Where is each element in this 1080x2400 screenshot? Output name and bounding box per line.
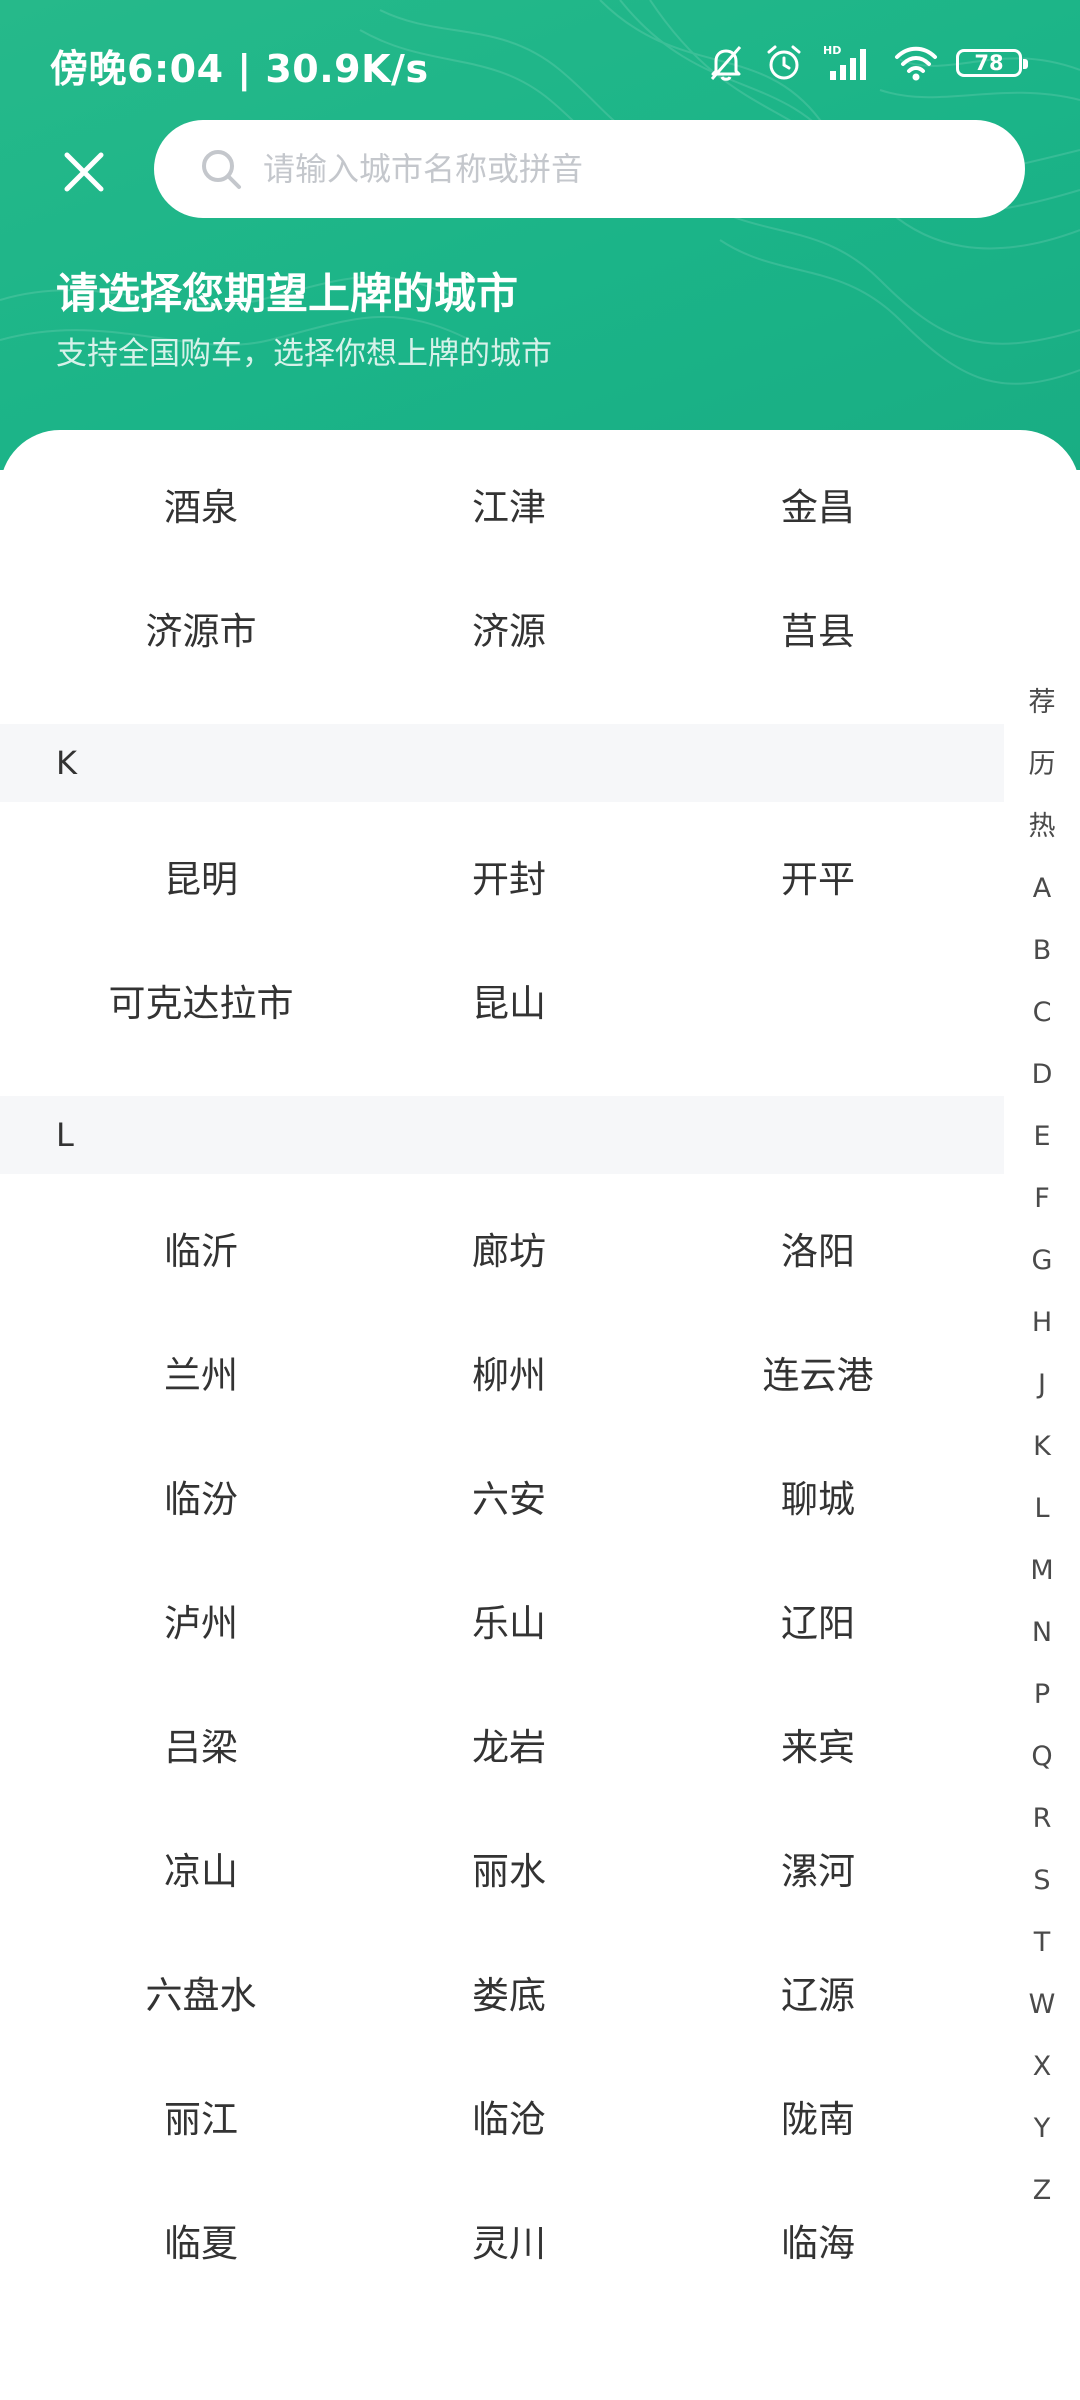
city-row: 临汾 六安 聊城 bbox=[0, 1438, 1000, 1562]
index-letter-n[interactable]: N bbox=[1020, 1602, 1064, 1664]
wifi-icon bbox=[895, 46, 937, 81]
city-item[interactable]: 乐山 bbox=[354, 1562, 664, 1686]
index-letter-c[interactable]: C bbox=[1020, 982, 1064, 1044]
index-letter-j[interactable]: J bbox=[1020, 1354, 1064, 1416]
city-item[interactable]: 聊城 bbox=[663, 1438, 973, 1562]
city-item[interactable]: 莒县 bbox=[663, 570, 973, 694]
index-letter-k[interactable]: K bbox=[1020, 1416, 1064, 1478]
city-item[interactable]: 临汾 bbox=[46, 1438, 356, 1562]
city-item[interactable]: 六安 bbox=[354, 1438, 664, 1562]
city-item[interactable]: 临海 bbox=[663, 2182, 973, 2306]
city-item[interactable]: 吕梁 bbox=[46, 1686, 356, 1810]
city-item[interactable]: 兰州 bbox=[46, 1314, 356, 1438]
city-item[interactable]: 济源 bbox=[354, 570, 664, 694]
city-item[interactable]: 丽水 bbox=[354, 1810, 664, 1934]
index-letter-l[interactable]: L bbox=[1020, 1478, 1064, 1540]
city-item[interactable]: 陇南 bbox=[663, 2058, 973, 2182]
index-letter-m[interactable]: M bbox=[1020, 1540, 1064, 1602]
index-letter-p[interactable]: P bbox=[1020, 1664, 1064, 1726]
city-item[interactable]: 临夏 bbox=[46, 2182, 356, 2306]
city-item[interactable]: 辽源 bbox=[663, 1934, 973, 2058]
city-row: 吕梁 龙岩 来宾 bbox=[0, 1686, 1000, 1810]
close-icon bbox=[64, 152, 104, 192]
city-item[interactable]: 灵川 bbox=[354, 2182, 664, 2306]
city-row: 可克达拉市 昆山 bbox=[0, 942, 1000, 1066]
city-row: 昆明 开封 开平 bbox=[0, 818, 1000, 942]
city-item[interactable]: 龙岩 bbox=[354, 1686, 664, 1810]
index-letter-e[interactable]: E bbox=[1020, 1106, 1064, 1168]
city-item[interactable]: 酒泉 bbox=[46, 446, 356, 570]
city-item[interactable]: 临沧 bbox=[354, 2058, 664, 2182]
city-item[interactable]: 凉山 bbox=[46, 1810, 356, 1934]
city-item[interactable]: 昆明 bbox=[46, 818, 356, 942]
city-item[interactable]: 临沂 bbox=[46, 1190, 356, 1314]
status-bar: 傍晚6:04 | 30.9K/s HD 78 bbox=[0, 0, 1080, 126]
index-letter-g[interactable]: G bbox=[1020, 1230, 1064, 1292]
header: 傍晚6:04 | 30.9K/s HD 78 请输入城市名称或拼音 请选择您期望… bbox=[0, 0, 1080, 470]
index-letter-q[interactable]: Q bbox=[1020, 1726, 1064, 1788]
page-subtitle: 支持全国购车，选择你想上牌的城市 bbox=[56, 336, 552, 372]
city-item[interactable]: 六盘水 bbox=[46, 1934, 356, 2058]
index-letter-t[interactable]: T bbox=[1020, 1912, 1064, 1974]
index-letter-f[interactable]: F bbox=[1020, 1168, 1064, 1230]
city-item[interactable]: 洛阳 bbox=[663, 1190, 973, 1314]
index-letter-x[interactable]: X bbox=[1020, 2036, 1064, 2098]
section-header-k: K bbox=[0, 724, 1004, 802]
index-letter-d[interactable]: D bbox=[1020, 1044, 1064, 1106]
city-item[interactable]: 江津 bbox=[354, 446, 664, 570]
index-letter-a[interactable]: A bbox=[1020, 858, 1064, 920]
city-item[interactable]: 漯河 bbox=[663, 1810, 973, 1934]
city-row: 济源市 济源 莒县 bbox=[0, 570, 1000, 694]
city-row: 兰州 柳州 连云港 bbox=[0, 1314, 1000, 1438]
city-row: 六盘水 娄底 辽源 bbox=[0, 1934, 1000, 2058]
city-row: 临夏 灵川 临海 bbox=[0, 2182, 1000, 2306]
close-button[interactable] bbox=[52, 140, 116, 204]
city-item[interactable]: 柳州 bbox=[354, 1314, 664, 1438]
index-letter-w[interactable]: W bbox=[1020, 1974, 1064, 2036]
alarm-icon bbox=[767, 45, 801, 80]
svg-text:HD: HD bbox=[823, 44, 841, 57]
city-item[interactable]: 来宾 bbox=[663, 1686, 973, 1810]
city-item[interactable]: 昆山 bbox=[354, 942, 664, 1066]
index-history[interactable]: 历 bbox=[1020, 734, 1064, 796]
city-item[interactable]: 丽江 bbox=[46, 2058, 356, 2182]
index-letter-z[interactable]: Z bbox=[1020, 2160, 1064, 2222]
city-item[interactable]: 金昌 bbox=[663, 446, 973, 570]
city-row: 酒泉 江津 金昌 bbox=[0, 446, 1000, 570]
index-letter-y[interactable]: Y bbox=[1020, 2098, 1064, 2160]
city-item[interactable]: 可克达拉市 bbox=[46, 942, 356, 1066]
page-title: 请选择您期望上牌的城市 bbox=[56, 269, 519, 318]
status-icons: HD 78 bbox=[706, 40, 1028, 86]
bell-muted-icon bbox=[710, 46, 742, 81]
status-time: 傍晚6:04 | 30.9K/s bbox=[50, 47, 429, 91]
city-item[interactable]: 连云港 bbox=[663, 1314, 973, 1438]
index-letter-s[interactable]: S bbox=[1020, 1850, 1064, 1912]
city-item[interactable]: 泸州 bbox=[46, 1562, 356, 1686]
alphabet-index[interactable]: 荐 历 热 A B C D E F G H J K L M N P Q R S … bbox=[1020, 672, 1064, 2222]
battery-icon: 78 bbox=[956, 49, 1028, 77]
index-recommended[interactable]: 荐 bbox=[1020, 672, 1064, 734]
city-item[interactable]: 开封 bbox=[354, 818, 664, 942]
city-item[interactable]: 娄底 bbox=[354, 1934, 664, 2058]
battery-level: 78 bbox=[974, 51, 1004, 75]
hd-signal-icon: HD bbox=[823, 44, 866, 80]
index-letter-b[interactable]: B bbox=[1020, 920, 1064, 982]
index-letter-h[interactable]: H bbox=[1020, 1292, 1064, 1354]
city-item[interactable]: 廊坊 bbox=[354, 1190, 664, 1314]
search-icon bbox=[202, 150, 241, 189]
city-row: 泸州 乐山 辽阳 bbox=[0, 1562, 1000, 1686]
city-row: 凉山 丽水 漯河 bbox=[0, 1810, 1000, 1934]
city-item[interactable]: 济源市 bbox=[46, 570, 356, 694]
city-list[interactable]: 酒泉 江津 金昌 济源市 济源 莒县 K 昆明 开封 开平 可克达拉市 昆山 L… bbox=[0, 430, 1080, 2400]
city-item[interactable]: 辽阳 bbox=[663, 1562, 973, 1686]
search-bar[interactable] bbox=[154, 120, 1025, 218]
city-row: 丽江 临沧 陇南 bbox=[0, 2058, 1000, 2182]
index-letter-r[interactable]: R bbox=[1020, 1788, 1064, 1850]
city-item[interactable]: 开平 bbox=[663, 818, 973, 942]
city-row: 临沂 廊坊 洛阳 bbox=[0, 1190, 1000, 1314]
section-header-l: L bbox=[0, 1096, 1004, 1174]
search-input[interactable] bbox=[261, 149, 905, 189]
index-hot[interactable]: 热 bbox=[1020, 796, 1064, 858]
